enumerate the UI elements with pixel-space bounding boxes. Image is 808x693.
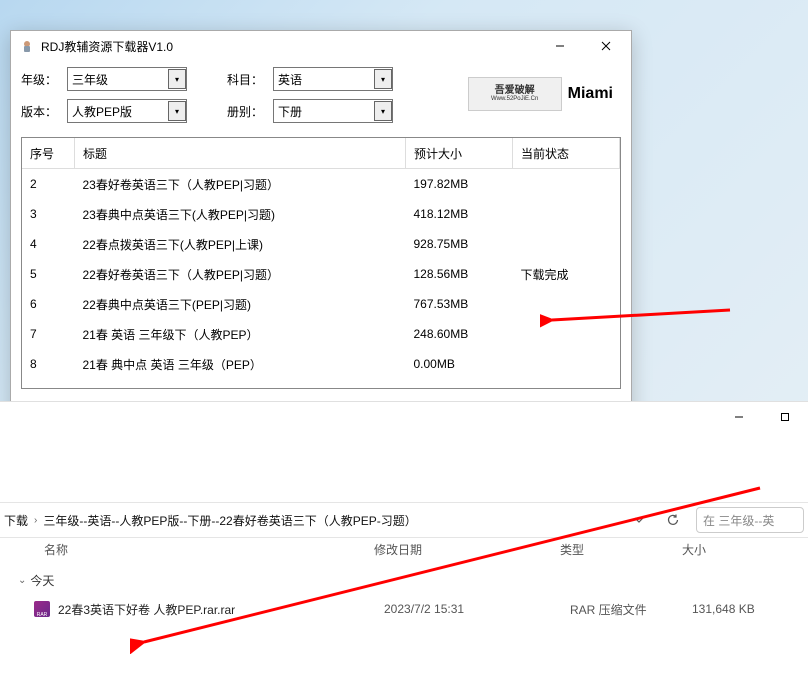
group-today[interactable]: ⌄ 今天 — [18, 572, 54, 589]
chevron-down-icon: ▾ — [374, 101, 392, 121]
refresh-button[interactable] — [656, 506, 690, 534]
chevron-down-icon: ▾ — [168, 69, 186, 89]
history-dropdown[interactable] — [622, 506, 656, 534]
rar-icon — [34, 601, 50, 617]
file-row[interactable]: 22春3英语下好卷 人教PEP.rar.rar 2023/7/2 15:31 R… — [34, 598, 804, 620]
column-headers[interactable]: 名称 修改日期 类型 大小 — [0, 536, 808, 562]
breadcrumb-item[interactable]: 下载 — [4, 512, 28, 529]
table-row[interactable]: 522春好卷英语三下（人教PEP|习题）128.56MB下载完成 — [22, 259, 620, 289]
window-title: RDJ教辅资源下载器V1.0 — [41, 38, 537, 55]
file-type: RAR 压缩文件 — [570, 601, 692, 618]
chevron-down-icon: ▾ — [168, 101, 186, 121]
col-name[interactable]: 名称 — [44, 541, 374, 558]
brand-text: Miami — [568, 85, 613, 103]
col-title[interactable]: 标题 — [75, 138, 406, 169]
minimize-button[interactable] — [537, 31, 583, 61]
chevron-down-icon: ⌄ — [18, 575, 26, 586]
file-name: 22春3英语下好卷 人教PEP.rar.rar — [58, 601, 384, 618]
col-date[interactable]: 修改日期 — [374, 541, 560, 558]
table-row[interactable]: 721春 英语 三年级下（人教PEP）248.60MB — [22, 319, 620, 349]
volume-select[interactable]: 下册 ▾ — [273, 99, 393, 123]
minimize-button[interactable] — [716, 402, 762, 432]
table-row[interactable]: 622春典中点英语三下(PEP|习题)767.53MB — [22, 289, 620, 319]
col-size[interactable]: 大小 — [682, 541, 782, 558]
col-type[interactable]: 类型 — [560, 541, 682, 558]
col-status[interactable]: 当前状态 — [513, 138, 620, 169]
volume-label: 册别： — [227, 103, 273, 120]
subject-label: 科目： — [227, 71, 273, 88]
table-row[interactable]: 223春好卷英语三下（人教PEP|习题）197.82MB — [22, 169, 620, 200]
grade-select[interactable]: 三年级 ▾ — [67, 67, 187, 91]
close-button[interactable] — [583, 31, 629, 61]
col-size[interactable]: 预计大小 — [406, 138, 513, 169]
col-seq[interactable]: 序号 — [22, 138, 75, 169]
brand-area: 吾爱破解 Www.52PoJiE.Cn Miami — [468, 77, 613, 111]
edition-label: 版本： — [21, 103, 67, 120]
table-row[interactable]: 323春典中点英语三下(人教PEP|习题)418.12MB — [22, 199, 620, 229]
edition-select[interactable]: 人教PEP版 ▾ — [67, 99, 187, 123]
search-input[interactable]: 在 三年级--英 — [696, 507, 804, 533]
maximize-button[interactable] — [762, 402, 808, 432]
subject-select[interactable]: 英语 ▾ — [273, 67, 393, 91]
breadcrumb-item[interactable]: 三年级--英语--人教PEP版--下册--22春好卷英语三下（人教PEP-习题） — [43, 512, 416, 529]
table-row[interactable]: 422春点拨英语三下(人教PEP|上课)928.75MB — [22, 229, 620, 259]
table-row[interactable]: 821春 典中点 英语 三年级（PEP）0.00MB — [22, 349, 620, 379]
titlebar[interactable]: RDJ教辅资源下载器V1.0 — [11, 31, 631, 61]
brand-logo: 吾爱破解 Www.52PoJiE.Cn — [468, 77, 562, 111]
chevron-right-icon: › — [34, 515, 37, 526]
file-date: 2023/7/2 15:31 — [384, 602, 570, 616]
grade-label: 年级： — [21, 71, 67, 88]
explorer-window: 下载 › 三年级--英语--人教PEP版--下册--22春好卷英语三下（人教PE… — [0, 401, 808, 693]
app-icon — [19, 38, 35, 54]
resource-table[interactable]: 序号 标题 预计大小 当前状态 223春好卷英语三下（人教PEP|习题）197.… — [21, 137, 621, 389]
file-size: 131,648 KB — [692, 602, 792, 616]
chevron-down-icon: ▾ — [374, 69, 392, 89]
breadcrumb[interactable]: 下载 › 三年级--英语--人教PEP版--下册--22春好卷英语三下（人教PE… — [0, 512, 622, 529]
